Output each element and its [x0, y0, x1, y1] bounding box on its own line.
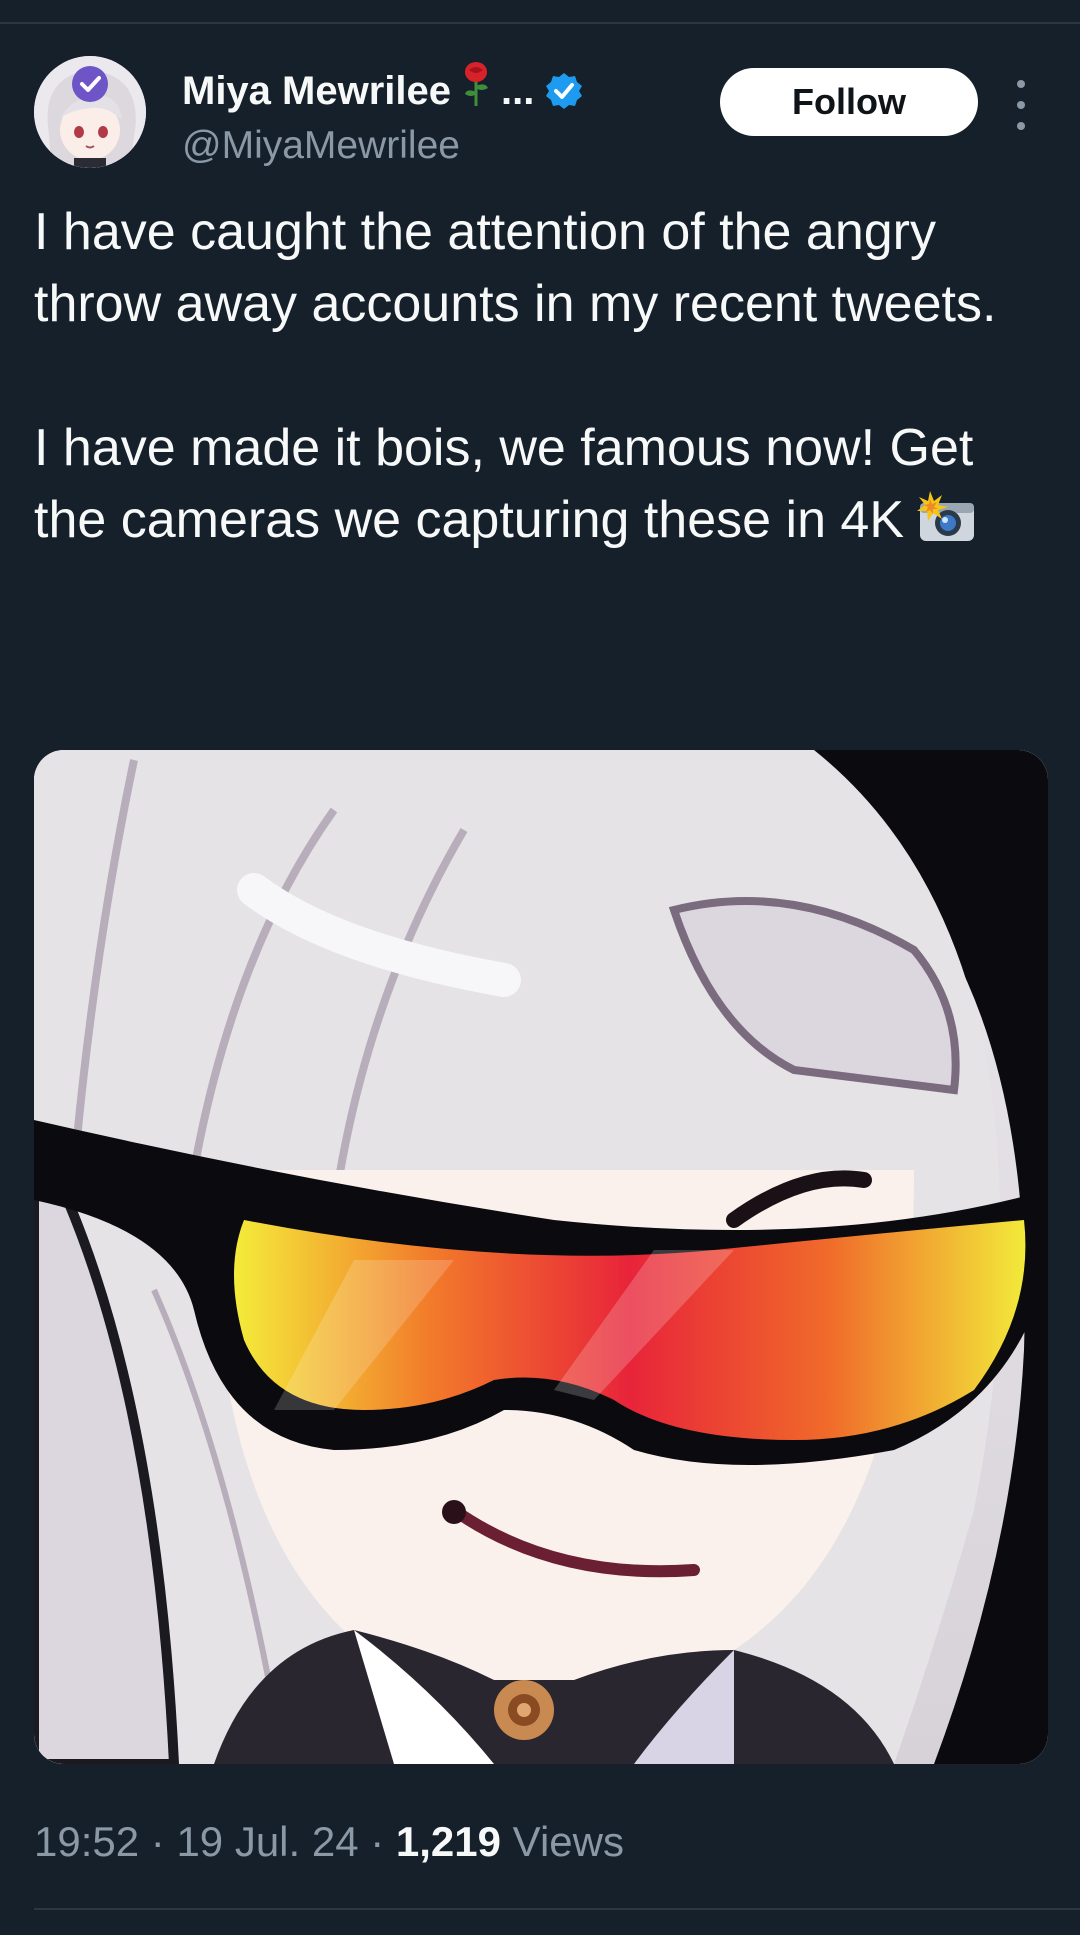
tweet-paragraph-2-text: I have made it bois, we famous now! Get …: [34, 419, 974, 549]
camera-flash-icon: [914, 489, 978, 564]
tweet-metadata: 19:52 · 19 Jul. 24 · 1,219 Views: [34, 1818, 624, 1866]
author-name-row[interactable]: Miya Mewrilee ...: [182, 62, 742, 119]
tweet-text: I have caught the attention of the angry…: [34, 196, 1054, 564]
rose-icon: [461, 62, 491, 119]
author-handle[interactable]: @MiyaMewrilee: [182, 121, 742, 171]
bottom-divider: [34, 1908, 1080, 1910]
tweet-date[interactable]: 19 Jul. 24: [176, 1818, 358, 1865]
tweet-paragraph-1: I have caught the attention of the angry…: [34, 203, 997, 333]
more-vertical-icon[interactable]: [1006, 80, 1036, 130]
top-divider: [0, 22, 1080, 24]
views-count[interactable]: 1,219: [396, 1818, 501, 1865]
avatar[interactable]: [34, 56, 146, 168]
anime-girl-sunglasses-image: [34, 750, 1048, 1764]
meta-separator: ·: [139, 1818, 177, 1865]
meta-separator: ·: [358, 1818, 396, 1865]
verified-badge-icon[interactable]: [544, 71, 584, 111]
views-label: Views: [501, 1818, 624, 1865]
affiliate-badge-icon: [72, 66, 108, 102]
name-truncation: ...: [501, 68, 535, 113]
tweet-paragraph-2: I have made it bois, we famous now! Get …: [34, 412, 1054, 564]
tweet-media-image[interactable]: [34, 750, 1048, 1764]
tweet-header: Miya Mewrilee ... @MiyaMewrilee Follow: [34, 56, 1046, 174]
author-block: Miya Mewrilee ... @MiyaMewrilee: [182, 62, 742, 171]
tweet-time[interactable]: 19:52: [34, 1818, 139, 1865]
follow-button[interactable]: Follow: [720, 68, 978, 136]
author-display-name[interactable]: Miya Mewrilee: [182, 65, 451, 117]
